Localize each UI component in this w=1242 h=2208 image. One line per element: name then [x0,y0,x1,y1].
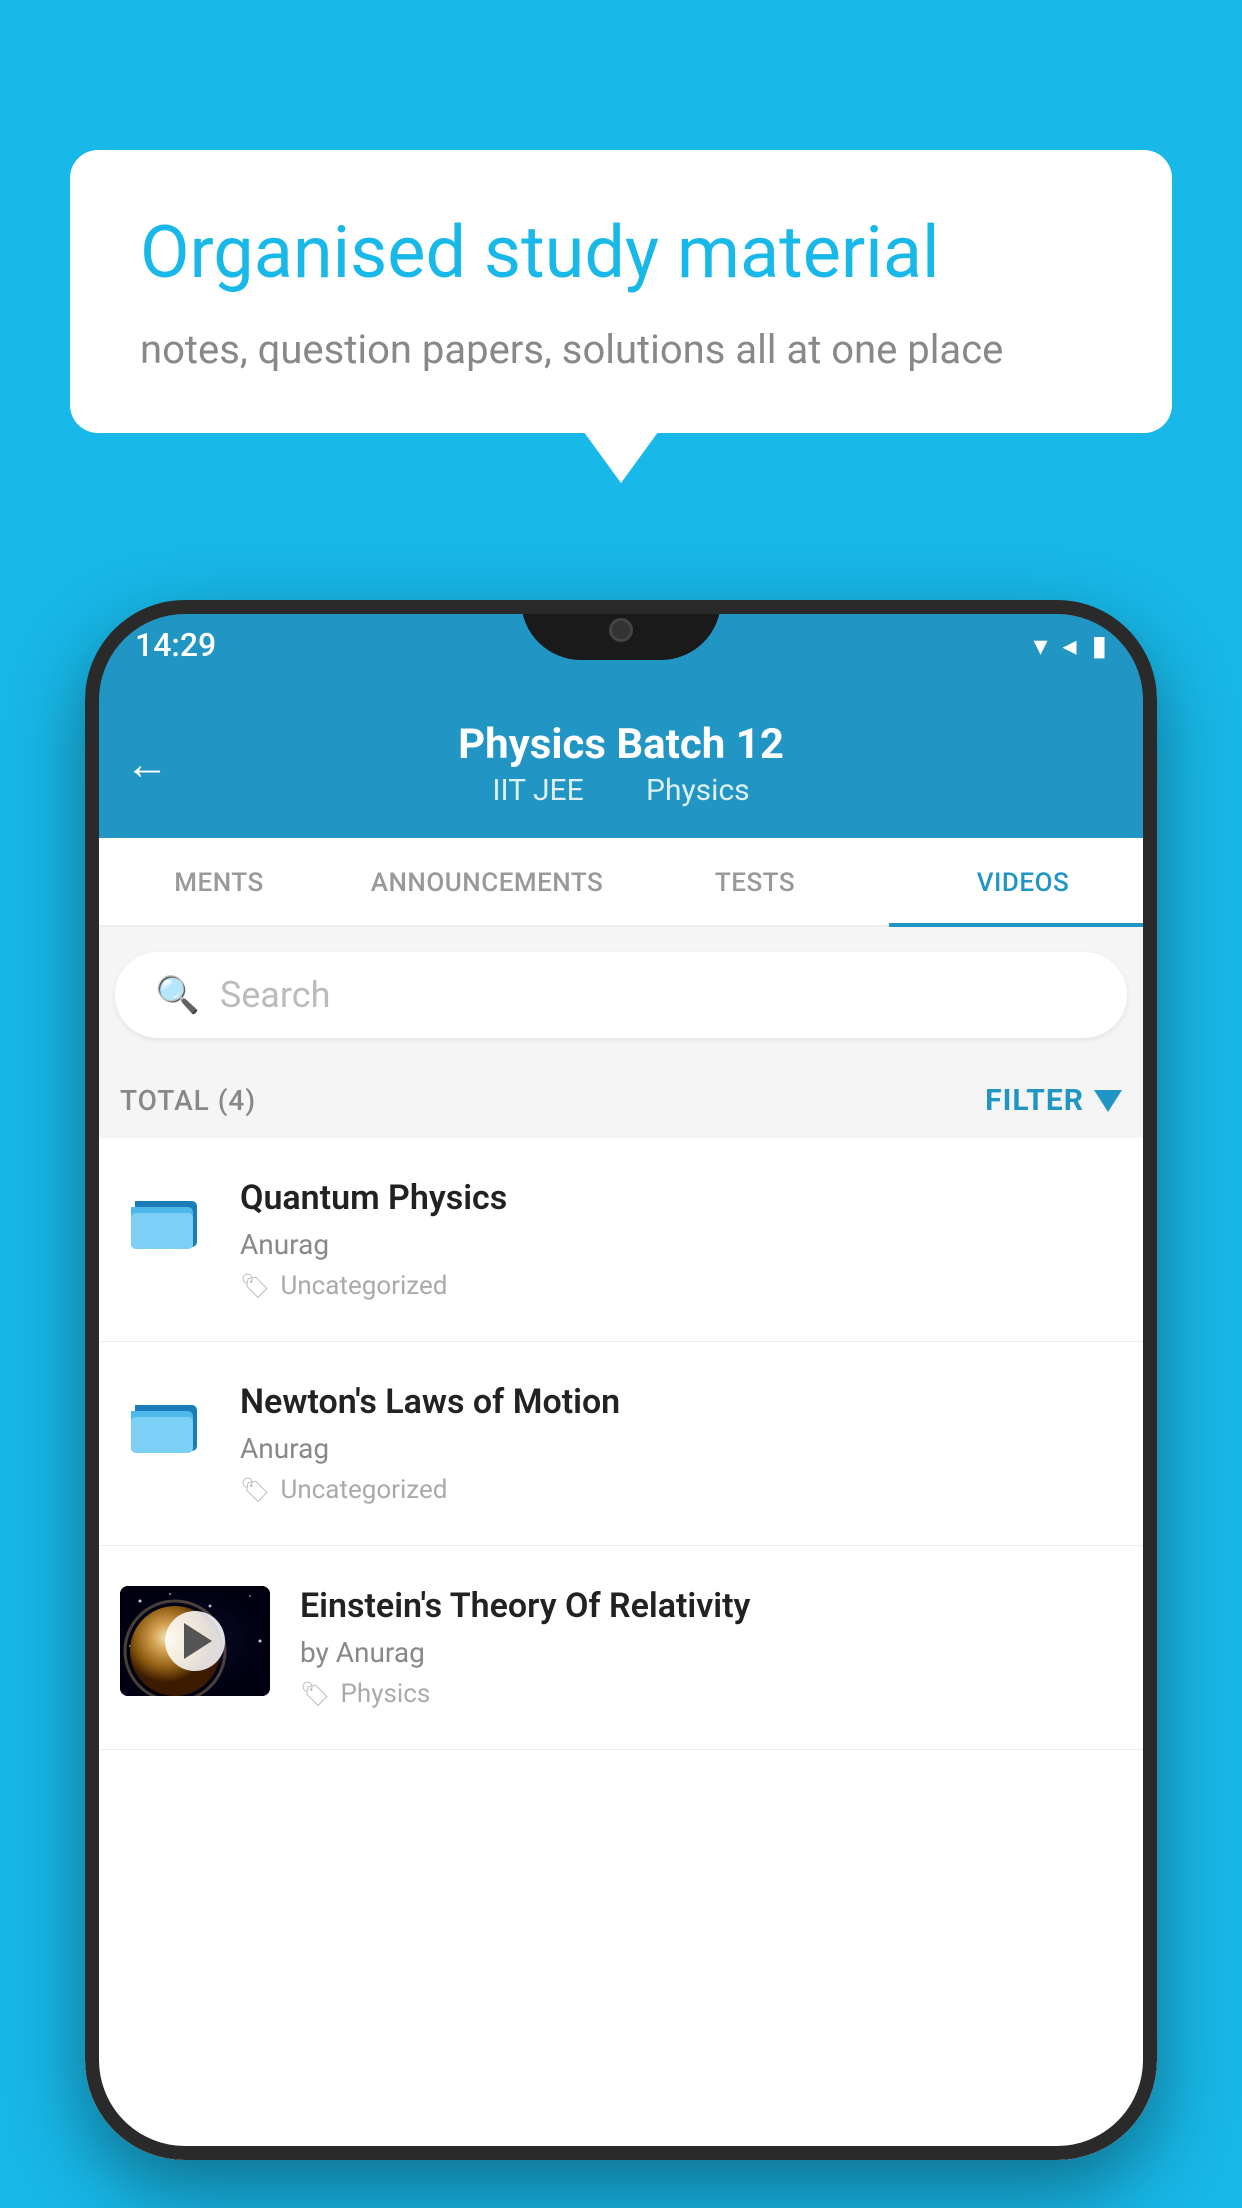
search-input[interactable]: Search [220,974,331,1016]
speech-bubble-title: Organised study material [140,210,1102,296]
play-icon [184,1623,212,1659]
filter-icon [1094,1090,1122,1112]
video-info: Einstein's Theory Of Relativity by Anura… [300,1586,1122,1709]
battery-icon: ▮ [1092,629,1107,662]
tabs-bar: MENTS ANNOUNCEMENTS TESTS VIDEOS [85,838,1157,927]
folder-icon-container [120,1382,210,1457]
volume-silent-button [85,980,89,1040]
status-time: 14:29 [135,626,216,664]
search-bar[interactable]: 🔍 Search [115,952,1127,1038]
folder-icon-container [120,1178,210,1253]
video-tag: 🏷 Uncategorized [240,1271,1122,1301]
power-button [1153,1100,1157,1180]
app-header: ← Physics Batch 12 IIT JEE Physics [85,690,1157,838]
video-tag: 🏷 Uncategorized [240,1475,1122,1505]
filter-bar: TOTAL (4) FILTER [85,1063,1157,1138]
status-bar: 14:29 ▾ ◂ ▮ [85,600,1157,690]
phone-device: 14:29 ▾ ◂ ▮ ← Physics Batch 12 IIT JEE [85,600,1157,2160]
video-title: Quantum Physics [240,1178,1122,1218]
video-list: Quantum Physics Anurag 🏷 Uncategorized [85,1138,1157,1750]
filter-button[interactable]: FILTER [985,1083,1122,1118]
video-author: Anurag [240,1432,1122,1465]
list-item[interactable]: Newton's Laws of Motion Anurag 🏷 Uncateg… [85,1342,1157,1546]
search-icon: 🔍 [155,974,200,1016]
total-count: TOTAL (4) [120,1084,256,1117]
header-title: Physics Batch 12 [135,720,1107,769]
search-bar-container: 🔍 Search [85,927,1157,1063]
phone-wrapper: 14:29 ▾ ◂ ▮ ← Physics Batch 12 IIT JEE [85,600,1157,2208]
notch [521,600,721,660]
video-author: by Anurag [300,1636,1122,1669]
app-content: ← Physics Batch 12 IIT JEE Physics MENTS [85,690,1157,2160]
tab-tests[interactable]: TESTS [621,838,889,925]
list-item[interactable]: Quantum Physics Anurag 🏷 Uncategorized [85,1138,1157,1342]
speech-bubble: Organised study material notes, question… [70,150,1172,433]
tag-icon: 🏷 [240,1272,270,1300]
video-author: Anurag [240,1228,1122,1261]
speech-bubble-container: Organised study material notes, question… [70,150,1172,433]
subtitle-part1: IIT JEE [492,773,583,808]
header-text: Physics Batch 12 IIT JEE Physics [135,720,1107,808]
folder-icon [125,1183,205,1253]
header-subtitle: IIT JEE Physics [135,773,1107,808]
tag-icon: 🏷 [300,1680,330,1708]
thumbnail-image [120,1586,270,1696]
subtitle-separator [611,773,626,808]
camera-dot [609,618,633,642]
wifi-icon: ▾ [1033,629,1047,662]
tab-ments[interactable]: MENTS [85,838,353,925]
volume-down-button [85,1190,89,1290]
video-title: Newton's Laws of Motion [240,1382,1122,1422]
signal-icon: ◂ [1063,629,1077,662]
video-info: Newton's Laws of Motion Anurag 🏷 Uncateg… [240,1382,1122,1505]
video-thumbnail [120,1586,270,1696]
status-icons: ▾ ◂ ▮ [1033,629,1107,662]
subtitle-part2: Physics [646,773,750,808]
tab-videos[interactable]: VIDEOS [889,838,1157,927]
tab-announcements[interactable]: ANNOUNCEMENTS [353,838,621,925]
speech-bubble-subtitle: notes, question papers, solutions all at… [140,326,1102,373]
video-tag: 🏷 Physics [300,1679,1122,1709]
video-info: Quantum Physics Anurag 🏷 Uncategorized [240,1178,1122,1301]
play-button[interactable] [165,1611,225,1671]
video-title: Einstein's Theory Of Relativity [300,1586,1122,1626]
tag-icon: 🏷 [240,1476,270,1504]
volume-up-button [85,1070,89,1170]
folder-icon [125,1387,205,1457]
list-item[interactable]: Einstein's Theory Of Relativity by Anura… [85,1546,1157,1750]
back-button[interactable]: ← [125,738,169,790]
